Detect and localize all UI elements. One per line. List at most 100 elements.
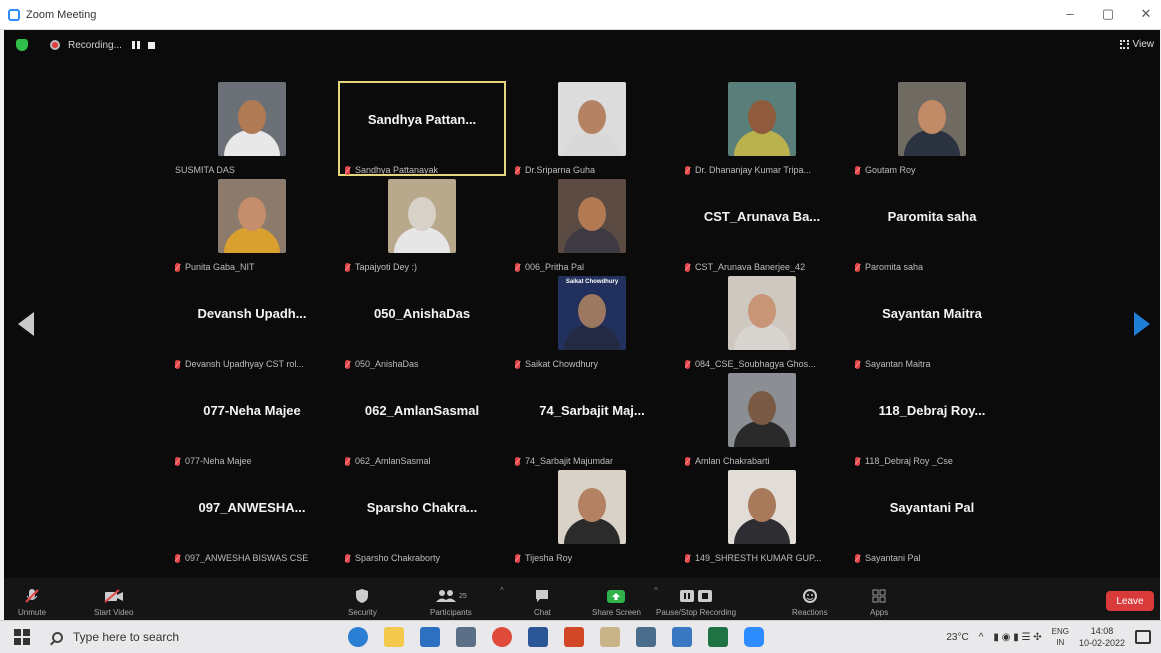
next-page-arrow-icon[interactable] (1134, 312, 1150, 336)
participants-count: 25 (459, 592, 467, 600)
pause-recording-icon[interactable] (131, 41, 140, 49)
share-screen-button[interactable]: Share Screen (592, 588, 641, 617)
muted-mic-icon (175, 553, 180, 563)
zoom-window: Zoom Meeting – ▢ ✕ Recording... View SUS… (0, 0, 1161, 653)
participant-tile[interactable]: CST_Arunava Ba... CST_Arunava Banerjee_42 (677, 177, 847, 274)
participants-label: Participants (430, 608, 472, 617)
participant-tile[interactable]: Sayantani Pal Sayantani Pal (847, 468, 1017, 565)
unmute-button[interactable]: Unmute (18, 588, 46, 617)
meeting-area: Recording... View SUSMITA DAS Sandhya Pat… (4, 30, 1160, 620)
participant-tile[interactable]: Saikat Chowdhury Saikat Chowdhury (507, 274, 677, 371)
participant-tile[interactable]: Paromita saha Paromita saha (847, 177, 1017, 274)
reactions-button[interactable]: Reactions (792, 588, 828, 617)
windows-start-icon[interactable] (14, 629, 30, 645)
participant-tile[interactable]: 062_AmlanSasmal 062_AmlanSasmal (337, 371, 507, 468)
pause-stop-recording-button[interactable]: Pause/Stop Recording (656, 588, 736, 617)
notepad-icon[interactable] (600, 627, 620, 647)
participant-tile[interactable]: Dr.Sriparna Guha (507, 80, 677, 177)
participant-name: 097_ANWESHA BISWAS CSE (185, 553, 309, 563)
participant-name-label: 077-Neha Majee (175, 456, 252, 466)
previous-page-arrow-icon[interactable] (18, 312, 34, 336)
participant-face (748, 488, 776, 522)
window-title: Zoom Meeting (26, 8, 97, 21)
participant-name-label: Tijesha Roy (515, 553, 572, 563)
participant-display-name: Paromita saha (887, 209, 977, 224)
zoom-taskbar-icon[interactable] (744, 627, 764, 647)
participant-tile[interactable]: Punita Gaba_NIT (167, 177, 337, 274)
participant-tile[interactable]: 149_SHRESTH KUMAR GUP... (677, 468, 847, 565)
clock[interactable]: 14:08 10-02-2022 (1079, 625, 1125, 649)
participant-tile[interactable]: 077-Neha Majee 077-Neha Majee (167, 371, 337, 468)
participant-tile[interactable]: 118_Debraj Roy... 118_Debraj Roy _Cse (847, 371, 1017, 468)
video-overlay-text: Saikat Chowdhury (565, 279, 619, 285)
calculator-icon[interactable] (636, 627, 656, 647)
excel-icon[interactable] (708, 627, 728, 647)
leave-button[interactable]: Leave (1106, 591, 1154, 611)
participant-display-name: Sandhya Pattan... (367, 112, 477, 127)
muted-mic-icon (515, 456, 520, 466)
participant-video (898, 82, 966, 156)
participant-name-label: Sandhya Pattanayak (345, 165, 438, 175)
participant-tile[interactable]: 006_Pritha Pal (507, 177, 677, 274)
participant-name: Sandhya Pattanayak (355, 165, 439, 175)
apps-button[interactable]: Apps (870, 588, 888, 617)
participant-video (558, 82, 626, 156)
participant-tile[interactable]: Tijesha Roy (507, 468, 677, 565)
tray-icons[interactable]: ▮ ◉ ▮ ☰ ✣ (993, 632, 1041, 643)
search-icon (52, 631, 63, 643)
view-button[interactable]: View (1119, 39, 1155, 50)
muted-mic-icon (515, 165, 520, 175)
participant-name-label: Dr.Sriparna Guha (515, 165, 595, 175)
participant-tile[interactable]: Devansh Upadh... Devansh Upadhyay CST rol… (167, 274, 337, 371)
chrome-browser-icon[interactable] (492, 627, 512, 647)
participant-tile[interactable]: 097_ANWESHA... 097_ANWESHA BISWAS CSE (167, 468, 337, 565)
participant-tile[interactable]: Sparsho Chakra... Sparsho Chakraborty (337, 468, 507, 565)
minimize-button[interactable]: – (1063, 6, 1077, 22)
mail-icon[interactable] (420, 627, 440, 647)
participant-tile[interactable]: Sayantan Maitra Sayantan Maitra (847, 274, 1017, 371)
video-off-icon (104, 589, 123, 603)
share-screen-label: Share Screen (592, 608, 641, 617)
photos-icon[interactable] (672, 627, 692, 647)
participants-button[interactable]: 25 Participants (430, 588, 472, 617)
wps-office-icon[interactable] (564, 627, 584, 647)
word-icon[interactable] (528, 627, 548, 647)
taskbar-search[interactable]: Type here to search (52, 625, 322, 649)
file-explorer-icon[interactable] (384, 627, 404, 647)
participant-tile[interactable]: Goutam Roy (847, 80, 1017, 177)
start-video-button[interactable]: Start Video (94, 588, 133, 617)
participant-tile[interactable]: Dr. Dhananjay Kumar Tripa... (677, 80, 847, 177)
edge-browser-icon[interactable] (348, 627, 368, 647)
document-app-icon[interactable] (456, 627, 476, 647)
weather-temperature[interactable]: 23°C (946, 632, 968, 643)
security-button[interactable]: Security (348, 588, 377, 617)
close-button[interactable]: ✕ (1139, 6, 1153, 22)
participant-tile[interactable]: Sandhya Pattan... Sandhya Pattanayak (337, 80, 507, 177)
participant-name-label: Sayantani Pal (855, 553, 921, 563)
stop-recording-icon[interactable] (147, 41, 155, 49)
title-bar: Zoom Meeting – ▢ ✕ (0, 0, 1161, 30)
participant-tile[interactable]: 74_Sarbajit Maj... 74_Sarbajit Majumdar (507, 371, 677, 468)
maximize-button[interactable]: ▢ (1101, 6, 1115, 22)
participant-tile[interactable]: 084_CSE_Soubhagya Ghos... (677, 274, 847, 371)
view-label: View (1132, 39, 1155, 50)
language-indicator[interactable]: ENG IN (1052, 626, 1069, 648)
participant-name: 050_AnishaDas (355, 359, 419, 369)
notification-icon[interactable] (1135, 630, 1151, 644)
muted-mic-icon (345, 456, 350, 466)
participant-display-name: 077-Neha Majee (203, 403, 301, 418)
participant-tile[interactable]: 050_AnishaDas 050_AnishaDas (337, 274, 507, 371)
participant-face (578, 294, 606, 328)
participant-face (748, 294, 776, 328)
participant-name: Tijesha Roy (525, 553, 573, 563)
muted-mic-icon (345, 553, 350, 563)
muted-mic-icon (175, 456, 180, 466)
chat-button[interactable]: Chat (534, 588, 551, 617)
participant-tile[interactable]: Amlan Chakrabarti (677, 371, 847, 468)
participant-tile[interactable]: Tapajyoti Dey :) (337, 177, 507, 274)
encryption-shield-icon[interactable] (16, 39, 28, 51)
participants-caret-icon[interactable]: ^ (500, 586, 504, 595)
participant-name-label: Tapajyoti Dey :) (345, 262, 417, 272)
participant-tile[interactable]: SUSMITA DAS (167, 80, 337, 177)
tray-chevron-icon[interactable]: ^ (979, 632, 984, 643)
